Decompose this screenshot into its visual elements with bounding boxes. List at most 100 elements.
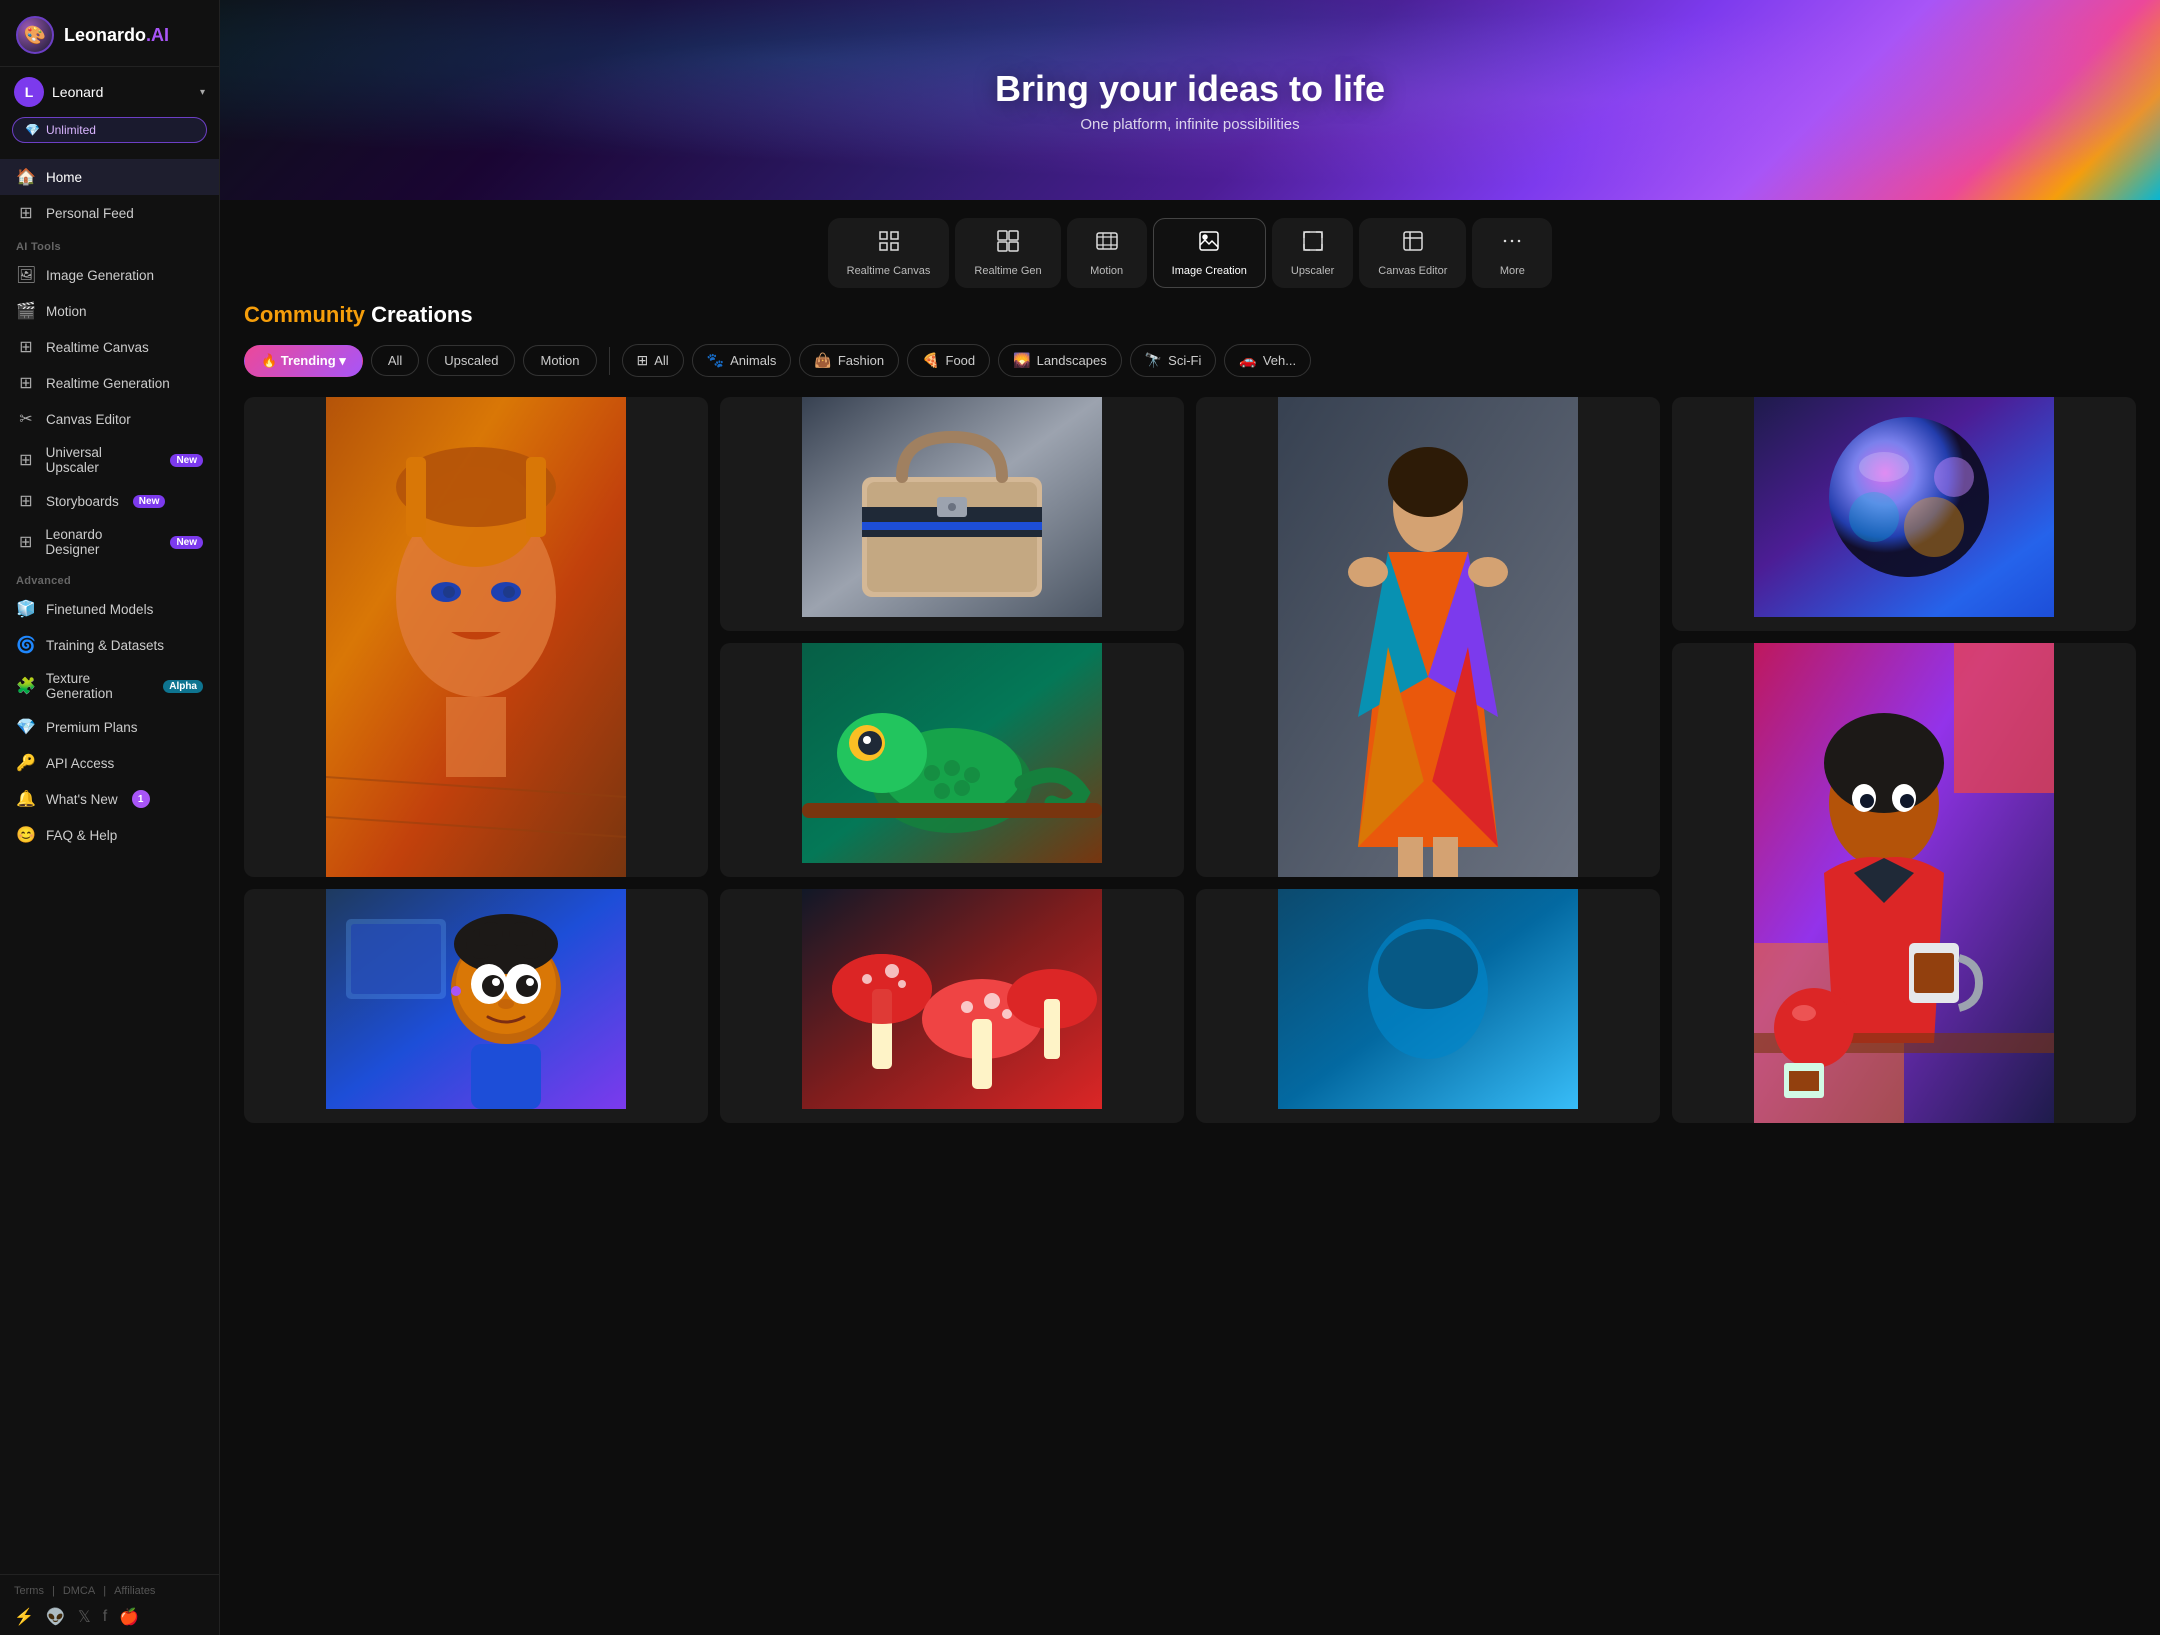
user-avatar: L <box>14 77 44 107</box>
filter-cat-sci-fi[interactable]: 🔭 Sci-Fi <box>1130 344 1217 377</box>
sidebar-item-label: Realtime Canvas <box>46 340 149 355</box>
image-card[interactable] <box>1196 397 1660 877</box>
social-links: ⚡ 👽 𝕏 f 🍎 <box>14 1607 205 1627</box>
faq-icon: 😊 <box>16 825 36 845</box>
api-icon: 🔑 <box>16 753 36 773</box>
realtime-gen-tool-icon <box>996 229 1020 259</box>
sidebar-item-label: Texture Generation <box>46 671 149 701</box>
image-card[interactable]: ▶ <box>1672 397 2136 631</box>
apple-icon[interactable]: 🍎 <box>119 1607 139 1627</box>
tool-more-label: More <box>1500 265 1525 277</box>
sidebar-item-whats-new[interactable]: 🔔 What's New 1 <box>0 781 219 817</box>
filter-upscaled[interactable]: Upscaled <box>427 345 515 376</box>
sidebar-item-faq-help[interactable]: 😊 FAQ & Help <box>0 817 219 853</box>
filter-trending[interactable]: 🔥 Trending ▾ <box>244 345 363 377</box>
plan-badge[interactable]: 💎 Unlimited <box>12 117 207 143</box>
sidebar-item-image-generation[interactable]: 🖼 Image Generation <box>0 257 219 293</box>
canvas-editor-icon: ✂ <box>16 409 36 429</box>
sidebar-item-personal-feed[interactable]: ⊞ Personal Feed <box>0 195 219 231</box>
sidebar-item-leonardo-designer[interactable]: ⊞ Leonardo Designer New <box>0 519 219 565</box>
twitter-icon[interactable]: 𝕏 <box>78 1607 91 1627</box>
image-card[interactable] <box>720 889 1184 1123</box>
gem-icon: 💎 <box>25 123 40 137</box>
creations-word: Creations <box>365 302 473 327</box>
user-row[interactable]: L Leonard ▾ <box>0 67 219 117</box>
sidebar-item-training-datasets[interactable]: 🌀 Training & Datasets <box>0 627 219 663</box>
reddit-icon[interactable]: 👽 <box>46 1607 66 1627</box>
sidebar-item-label: Premium Plans <box>46 720 138 735</box>
facebook-icon[interactable]: f <box>103 1608 107 1626</box>
personal-feed-icon: ⊞ <box>16 203 36 223</box>
sidebar-nav: 🏠 Home ⊞ Personal Feed AI Tools 🖼 Image … <box>0 153 219 1574</box>
tool-realtime-canvas[interactable]: Realtime Canvas <box>828 218 950 288</box>
realtime-gen-icon: ⊞ <box>16 373 36 393</box>
tool-more[interactable]: More <box>1472 218 1552 288</box>
vehicles-icon: 🚗 <box>1239 352 1256 369</box>
ai-tools-label: AI Tools <box>0 231 219 257</box>
more-tool-icon <box>1500 229 1524 259</box>
finetuned-icon: 🧊 <box>16 599 36 619</box>
tool-nav: Realtime Canvas Realtime Gen Motion Imag… <box>220 200 2160 302</box>
tool-image-creation[interactable]: Image Creation <box>1153 218 1266 288</box>
filter-cat-vehicles[interactable]: 🚗 Veh... <box>1224 344 1311 377</box>
tool-canvas-editor[interactable]: Canvas Editor <box>1359 218 1466 288</box>
food-icon: 🍕 <box>922 352 939 369</box>
sidebar-item-texture-generation[interactable]: 🧩 Texture Generation Alpha <box>0 663 219 709</box>
filter-cat-food[interactable]: 🍕 Food <box>907 344 990 377</box>
image-card[interactable] <box>244 397 708 877</box>
sidebar-item-label: Leonardo Designer <box>45 527 156 557</box>
plan-label: Unlimited <box>46 123 96 137</box>
logo-area[interactable]: 🎨 Leonardo.AI <box>0 0 219 67</box>
tool-realtime-canvas-label: Realtime Canvas <box>847 265 931 277</box>
tool-upscaler-label: Upscaler <box>1291 265 1334 277</box>
sidebar-item-label: Home <box>46 170 82 185</box>
discord-icon[interactable]: ⚡ <box>14 1607 34 1627</box>
whats-new-icon: 🔔 <box>16 789 36 809</box>
user-name: Leonard <box>52 84 192 100</box>
filter-cat-animals[interactable]: 🐾 Animals <box>692 344 792 377</box>
filter-motion[interactable]: Motion <box>523 345 596 376</box>
terms-link[interactable]: Terms <box>14 1585 44 1597</box>
new-badge: New <box>170 454 203 467</box>
hero-banner: Bring your ideas to life One platform, i… <box>220 0 2160 200</box>
sidebar-item-universal-upscaler[interactable]: ⊞ Universal Upscaler New <box>0 437 219 483</box>
dmca-link[interactable]: DMCA <box>63 1585 95 1597</box>
filter-cat-landscapes[interactable]: 🌄 Landscapes <box>998 344 1122 377</box>
sci-fi-icon: 🔭 <box>1145 352 1162 369</box>
sidebar-item-api-access[interactable]: 🔑 API Access <box>0 745 219 781</box>
sidebar-item-realtime-gen[interactable]: ⊞ Realtime Generation <box>0 365 219 401</box>
sidebar-item-realtime-canvas[interactable]: ⊞ Realtime Canvas <box>0 329 219 365</box>
filter-cat-fashion[interactable]: 👜 Fashion <box>799 344 899 377</box>
sidebar-item-premium-plans[interactable]: 💎 Premium Plans <box>0 709 219 745</box>
tool-motion-label: Motion <box>1090 265 1123 277</box>
notification-count: 1 <box>132 790 150 808</box>
sidebar-item-storyboards[interactable]: ⊞ Storyboards New <box>0 483 219 519</box>
sidebar-item-motion[interactable]: 🎬 Motion <box>0 293 219 329</box>
filter-cat-all[interactable]: ⊞ All <box>622 344 684 377</box>
designer-icon: ⊞ <box>16 532 35 552</box>
image-card[interactable] <box>720 397 1184 631</box>
sidebar-item-home[interactable]: 🏠 Home <box>0 159 219 195</box>
sidebar: 🎨 Leonardo.AI L Leonard ▾ 💎 Unlimited 🏠 … <box>0 0 220 1635</box>
new-badge: New <box>133 495 166 508</box>
tool-realtime-gen[interactable]: Realtime Gen <box>955 218 1060 288</box>
sidebar-item-finetuned-models[interactable]: 🧊 Finetuned Models <box>0 591 219 627</box>
image-card[interactable] <box>1672 643 2136 1123</box>
canvas-editor-tool-icon <box>1401 229 1425 259</box>
motion-tool-icon <box>1095 229 1119 259</box>
filter-all[interactable]: All <box>371 345 419 376</box>
sidebar-item-label: Motion <box>46 304 87 319</box>
tool-motion[interactable]: Motion <box>1067 218 1147 288</box>
sidebar-item-label: Realtime Generation <box>46 376 170 391</box>
image-card[interactable] <box>1196 889 1660 1123</box>
realtime-canvas-icon: ⊞ <box>16 337 36 357</box>
hero-subtitle: One platform, infinite possibilities <box>1080 116 1299 133</box>
image-card[interactable] <box>244 889 708 1123</box>
sidebar-item-canvas-editor[interactable]: ✂ Canvas Editor <box>0 401 219 437</box>
image-card[interactable] <box>720 643 1184 877</box>
tool-image-creation-label: Image Creation <box>1172 265 1247 277</box>
play-button[interactable]: ▶ <box>2092 587 2128 623</box>
filter-row: 🔥 Trending ▾ All Upscaled Motion ⊞ All 🐾… <box>244 344 2136 377</box>
affiliates-link[interactable]: Affiliates <box>114 1585 155 1597</box>
tool-upscaler[interactable]: Upscaler <box>1272 218 1353 288</box>
